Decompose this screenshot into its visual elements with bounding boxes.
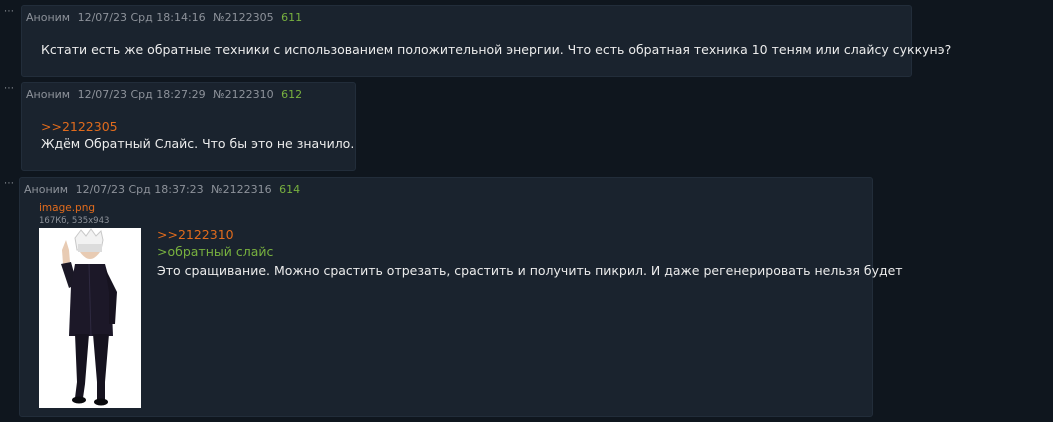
post-number: 614 bbox=[279, 183, 301, 196]
post-author: Аноним bbox=[24, 183, 69, 196]
post-id-link[interactable]: №2122316 bbox=[211, 183, 271, 196]
character-figure-icon bbox=[61, 228, 117, 406]
reply-link[interactable]: >>2122310 bbox=[157, 226, 234, 243]
file-meta: 167Кб, 535x943 bbox=[39, 216, 110, 226]
post-author: Аноним bbox=[26, 88, 71, 101]
post-author: Аноним bbox=[26, 11, 71, 24]
post-number: 611 bbox=[281, 11, 303, 24]
post-header: Аноним 12/07/23 Срд 18:27:29 №2122310 61… bbox=[26, 88, 302, 101]
file-name-link[interactable]: image.png bbox=[39, 202, 95, 214]
post-message: Это сращивание. Можно срастить отрезать,… bbox=[157, 263, 903, 278]
post: Аноним 12/07/23 Срд 18:27:29 №2122310 61… bbox=[21, 82, 356, 171]
attached-image[interactable] bbox=[39, 228, 141, 408]
reply-link[interactable]: >>2122305 bbox=[41, 118, 118, 135]
post-menu-icon[interactable]: ⋯ bbox=[4, 179, 20, 189]
post-header: Аноним 12/07/23 Срд 18:14:16 №2122305 61… bbox=[26, 11, 302, 24]
post: Аноним 12/07/23 Срд 18:14:16 №2122305 61… bbox=[21, 5, 951, 77]
post: Аноним 12/07/23 Срд 18:37:23 №2122316 61… bbox=[19, 177, 903, 417]
greentext-quote: >обратный слайс bbox=[157, 244, 274, 259]
post-id-link[interactable]: №2122305 bbox=[213, 11, 273, 24]
post-number: 612 bbox=[281, 88, 303, 101]
post-message: Кстати есть же обратные техники с исполь… bbox=[41, 42, 952, 57]
post-menu-icon[interactable]: ⋯ bbox=[4, 7, 20, 17]
post-id-link[interactable]: №2122310 bbox=[213, 88, 273, 101]
post-date: 12/07/23 Срд 18:37:23 bbox=[75, 183, 204, 196]
post-date: 12/07/23 Срд 18:27:29 bbox=[77, 88, 206, 101]
post-message: Ждём Обратный Слайс. Что бы это не значи… bbox=[41, 136, 355, 151]
post-menu-icon[interactable]: ⋯ bbox=[4, 84, 20, 94]
post-date: 12/07/23 Срд 18:14:16 bbox=[77, 11, 206, 24]
post-header: Аноним 12/07/23 Срд 18:37:23 №2122316 61… bbox=[24, 183, 300, 196]
